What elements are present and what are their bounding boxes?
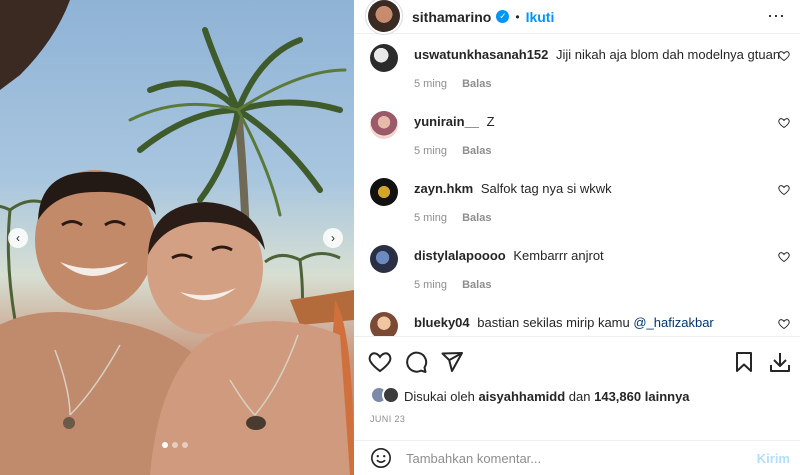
emoji-icon[interactable] [370, 447, 392, 469]
heart-icon[interactable] [778, 50, 790, 62]
post-comment-button[interactable]: Kirim [757, 451, 790, 466]
chevron-left-icon: ‹ [16, 231, 20, 245]
carousel-next-button[interactable]: › [323, 228, 343, 248]
commenter-username[interactable]: blueky04 [414, 315, 470, 330]
share-icon[interactable] [440, 350, 464, 374]
liker-avatar [382, 386, 400, 404]
commenter-avatar[interactable] [370, 111, 398, 139]
comment-body: Jiji nikah aja blom dah modelnya gtuan [556, 47, 781, 62]
header-separator: • [515, 9, 520, 24]
likes-joiner: dan [568, 388, 591, 404]
add-comment-bar: Kirim [354, 440, 800, 475]
heart-icon[interactable] [778, 251, 790, 263]
like-heart-icon[interactable] [368, 350, 392, 374]
commenter-avatar[interactable] [370, 312, 398, 336]
carousel-dot [172, 442, 178, 448]
save-bookmark-icon[interactable] [732, 350, 756, 374]
author-avatar[interactable] [368, 0, 400, 32]
comment-time: 5 ming [414, 78, 448, 90]
comment-text: uswatunkhasanah152 Jiji nikah aja blom d… [414, 47, 780, 63]
commenter-username[interactable]: yunirain__ [414, 114, 479, 129]
comment-body: Z [486, 114, 495, 129]
comment-body: Salfok tag nya si wkwk [480, 181, 612, 196]
comment-text: yunirain__ Z [414, 114, 495, 130]
liker-avatars [370, 386, 404, 406]
comment-meta: 5 ming Balas [414, 78, 491, 90]
commenter-username[interactable]: zayn.hkm [414, 181, 473, 196]
comment-time: 5 ming [414, 279, 448, 291]
comment-meta: 5 ming Balas [414, 212, 491, 224]
post-date[interactable]: JUNI 23 [370, 414, 405, 424]
likes-summary[interactable]: Disukai oleh aisyahhamidd dan 143,860 la… [370, 386, 690, 406]
likes-suffix[interactable]: lainnya [645, 389, 690, 404]
carousel-prev-button[interactable]: ‹ [8, 228, 28, 248]
chevron-right-icon: › [331, 231, 335, 245]
comment-body: bastian sekilas mirip kamu [477, 315, 630, 330]
carousel-dot [162, 442, 168, 448]
reply-button[interactable]: Balas [462, 212, 491, 224]
likes-count[interactable]: 143,860 [594, 389, 641, 404]
commenter-avatar[interactable] [370, 178, 398, 206]
liker-username[interactable]: aisyahhamidd [478, 389, 565, 404]
heart-icon[interactable] [778, 117, 790, 129]
post-side-panel: sithamarino ✓ • Ikuti ⋯ uswatunkhasanah1… [354, 0, 800, 475]
comment-icon[interactable] [404, 350, 428, 374]
comment-body: Kembarrr anjrot [513, 248, 604, 263]
commenter-username[interactable]: uswatunkhasanah152 [414, 47, 548, 62]
commenter-avatar[interactable] [370, 245, 398, 273]
carousel-indicator [162, 442, 188, 448]
reply-button[interactable]: Balas [462, 279, 491, 291]
photo-illustration [0, 0, 354, 475]
comment-meta: 5 ming Balas [414, 145, 491, 157]
post-action-bar [354, 336, 800, 386]
comment-text: blueky04 bastian sekilas mirip kamu @_ha… [414, 315, 714, 331]
comment-text: zayn.hkm Salfok tag nya si wkwk [414, 181, 612, 197]
carousel-dot [182, 442, 188, 448]
comment-meta: 5 ming Balas [414, 279, 491, 291]
comments-list[interactable]: uswatunkhasanah152 Jiji nikah aja blom d… [354, 34, 800, 336]
likes-prefix: Disukai oleh [404, 388, 475, 404]
comment-time: 5 ming [414, 145, 448, 157]
instagram-post-view: ‹ › sithamarino ✓ • Ikuti ⋯ uswatunkhasa… [0, 0, 800, 475]
reply-button[interactable]: Balas [462, 145, 491, 157]
post-header: sithamarino ✓ • Ikuti ⋯ [354, 0, 800, 34]
download-icon[interactable] [768, 350, 792, 374]
commenter-avatar[interactable] [370, 44, 398, 72]
heart-icon[interactable] [778, 184, 790, 196]
commenter-username[interactable]: distylalapoooo [414, 248, 506, 263]
add-comment-input[interactable] [406, 450, 726, 466]
follow-button[interactable]: Ikuti [526, 9, 555, 25]
mention-link[interactable]: @_hafizakbar [633, 315, 713, 330]
verified-badge-icon: ✓ [496, 10, 510, 23]
author-username[interactable]: sithamarino [412, 9, 491, 25]
comment-text: distylalapoooo Kembarrr anjrot [414, 248, 604, 264]
comment-time: 5 ming [414, 212, 448, 224]
post-photo[interactable]: ‹ › [0, 0, 354, 475]
heart-icon[interactable] [778, 318, 790, 330]
reply-button[interactable]: Balas [462, 78, 491, 90]
more-options-icon[interactable]: ⋯ [767, 6, 786, 27]
